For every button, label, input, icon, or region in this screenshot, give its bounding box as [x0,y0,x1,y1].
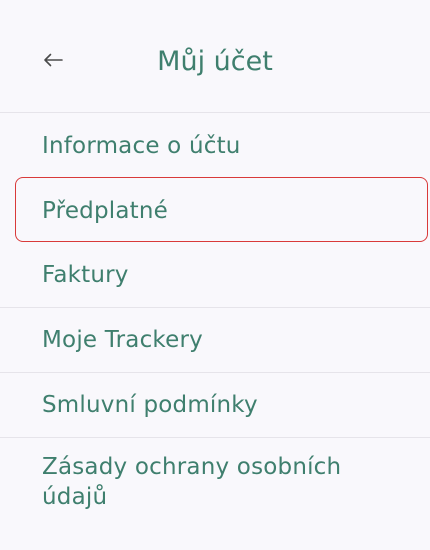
menu-item-label: Smluvní podmínky [42,392,258,418]
menu-item-label: Zásady ochrany osobních údajů [42,454,342,510]
menu-item-label: Moje Trackery [42,327,203,353]
menu-item-label: Předplatné [42,197,168,224]
menu-item-subscription[interactable]: Předplatné [0,178,430,243]
menu-item-my-trackers[interactable]: Moje Trackery [0,308,430,373]
menu-item-privacy-policy[interactable]: Zásady ochrany osobních údajů [0,438,430,524]
menu-item-account-info[interactable]: Informace o účtu [0,113,430,178]
app-header: Můj účet [0,0,430,113]
menu-item-label: Faktury [42,262,129,288]
menu-item-label: Informace o účtu [42,132,241,159]
account-menu: Informace o účtu Předplatné Faktury Moje… [0,113,430,524]
menu-item-invoices[interactable]: Faktury [0,243,430,308]
page-title: Můj účet [157,46,273,77]
menu-item-terms[interactable]: Smluvní podmínky [0,373,430,438]
